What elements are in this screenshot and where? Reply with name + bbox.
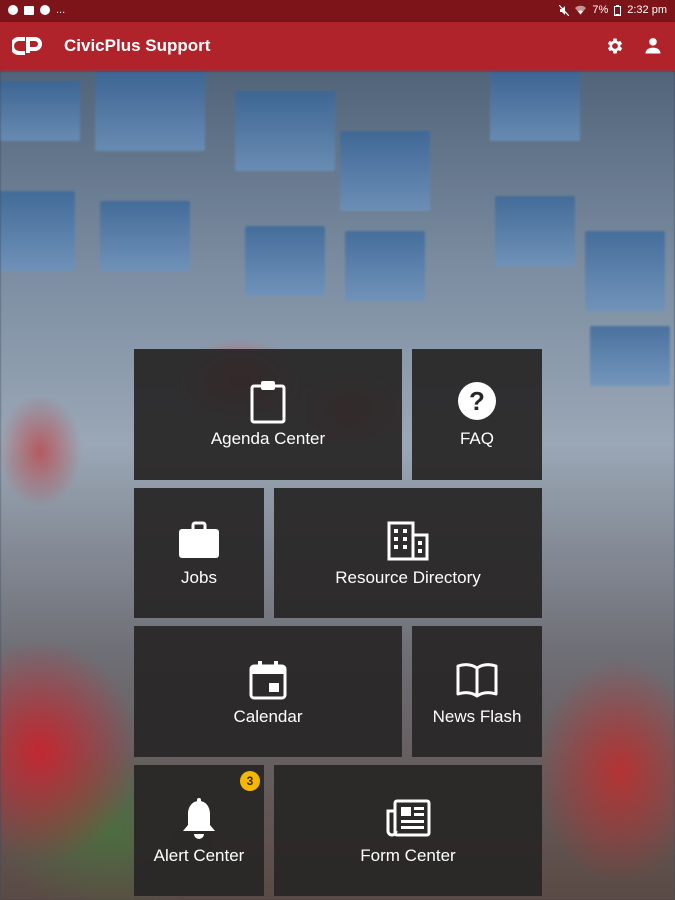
mute-icon xyxy=(559,4,570,16)
clipboard-icon xyxy=(250,381,286,424)
book-open-icon xyxy=(456,663,498,698)
tile-agenda-center[interactable]: Agenda Center xyxy=(134,349,402,480)
tile-label: Resource Directory xyxy=(335,568,481,587)
tile-label: Calendar xyxy=(233,707,303,726)
tile-faq[interactable]: ? FAQ xyxy=(412,349,542,480)
tile-calendar[interactable]: Calendar xyxy=(134,626,402,757)
tile-label: Agenda Center xyxy=(210,429,326,448)
battery-icon xyxy=(614,4,622,16)
tile-label: FAQ xyxy=(459,429,494,448)
person-icon[interactable] xyxy=(643,36,663,56)
alert-count-badge: 3 xyxy=(240,771,260,791)
battery-percent: 7% xyxy=(592,4,609,16)
app-title: CivicPlus Support xyxy=(64,36,211,55)
app-bar: CivicPlus Support xyxy=(0,22,675,71)
civicplus-logo xyxy=(12,37,42,55)
briefcase-icon xyxy=(179,521,219,558)
more-notifications-text: ... xyxy=(56,4,66,16)
help-circle-icon: ? xyxy=(458,382,496,420)
clock: 2:32 pm xyxy=(627,4,667,16)
calendar-icon xyxy=(249,661,287,700)
building-icon xyxy=(387,521,429,561)
gear-icon[interactable] xyxy=(605,36,625,56)
tile-jobs[interactable]: Jobs xyxy=(134,488,264,618)
tile-label: News Flash xyxy=(432,707,522,726)
status-bar: ... 7% 2:32 pm xyxy=(0,0,675,22)
status-notifications: ... xyxy=(8,4,65,16)
tile-label: Alert Center xyxy=(153,846,245,865)
tile-label: Jobs xyxy=(181,568,217,587)
newspaper-icon xyxy=(386,799,431,837)
status-system: 7% 2:32 pm xyxy=(559,4,667,16)
notification-icon xyxy=(8,5,18,15)
wifi-icon xyxy=(575,5,587,15)
sync-notification-icon xyxy=(40,5,50,15)
tile-alert-center[interactable]: 3 Alert Center xyxy=(134,765,264,896)
tile-resource-directory[interactable]: Resource Directory xyxy=(274,488,542,618)
tile-form-center[interactable]: Form Center xyxy=(274,765,542,896)
image-notification-icon xyxy=(24,5,34,15)
tile-label: Form Center xyxy=(360,846,456,865)
tile-news-flash[interactable]: News Flash xyxy=(412,626,542,757)
svg-text:?: ? xyxy=(469,386,485,416)
bell-icon xyxy=(183,798,215,839)
